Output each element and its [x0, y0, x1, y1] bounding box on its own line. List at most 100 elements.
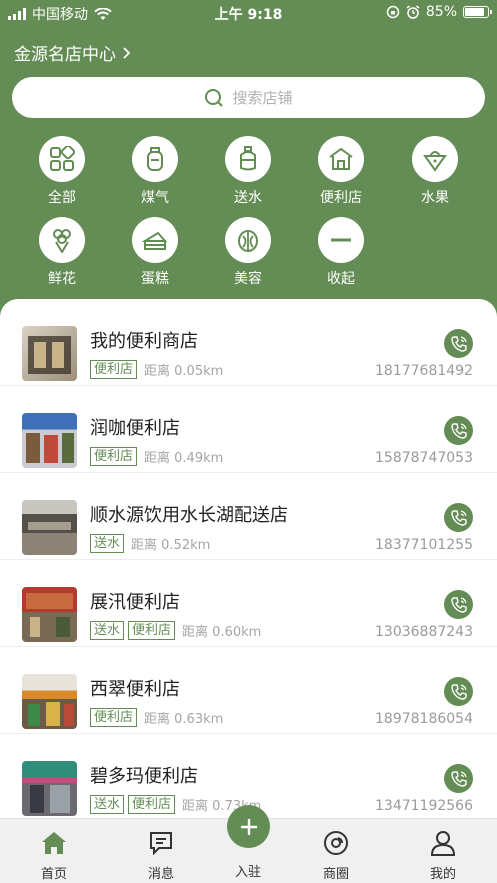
store-distance: 距离 0.63km [144, 712, 224, 727]
store-name: 润咖便利店 [90, 418, 180, 439]
tab-label: 消息 [147, 867, 174, 882]
store-tag: 送水 [90, 534, 125, 553]
call-button[interactable] [444, 503, 473, 532]
store-name: 西翠便利店 [90, 679, 180, 700]
category-gas[interactable]: 煤气 [115, 136, 195, 207]
store-thumbnail [22, 326, 77, 381]
category-label: 全部 [48, 190, 76, 206]
phone-icon [450, 335, 467, 352]
store-tag: 便利店 [90, 447, 138, 466]
join-label: 入驻 [234, 865, 261, 880]
phone-icon [450, 596, 467, 613]
user-icon [403, 829, 483, 857]
category-store[interactable]: 便利店 [301, 136, 381, 207]
store-phone: 18978186054 [375, 711, 473, 727]
category-flower[interactable]: 鲜花 [22, 217, 102, 288]
call-button[interactable] [444, 329, 473, 358]
category-label: 煤气 [141, 190, 169, 206]
store-icon [318, 136, 364, 182]
store-name: 我的便利商店 [90, 331, 198, 352]
header: 中国移动 上午 9:18 85% 金源名店中心 搜索店铺 全部 煤气 送水 便利… [0, 0, 497, 330]
search-bar[interactable]: 搜索店铺 [12, 77, 485, 118]
battery-icon [463, 6, 492, 18]
call-button[interactable] [444, 677, 473, 706]
store-phone: 18377101255 [375, 537, 473, 553]
category-all[interactable]: 全部 [22, 136, 102, 207]
battery-percent: 85% [425, 4, 457, 20]
store-distance: 距离 0.52km [131, 538, 211, 553]
store-thumbnail [22, 587, 77, 642]
call-button[interactable] [444, 590, 473, 619]
business-circle-icon [296, 829, 376, 857]
store-phone: 13471192566 [375, 798, 473, 814]
tab-label: 商圈 [322, 867, 349, 882]
location-selector[interactable]: 金源名店中心 [14, 40, 131, 65]
store-phone: 18177681492 [375, 363, 473, 379]
plus-icon [240, 818, 257, 835]
store-name: 展汛便利店 [90, 592, 180, 613]
category-collapse[interactable]: 收起 [301, 217, 381, 288]
store-distance: 距离 0.05km [144, 364, 224, 379]
store-tag: 送水 [90, 621, 125, 640]
tab-label: 首页 [40, 867, 67, 882]
collapse-icon [318, 217, 364, 263]
call-button[interactable] [444, 764, 473, 793]
rotation-lock-icon [386, 5, 400, 19]
category-label: 收起 [327, 271, 355, 287]
call-button[interactable] [444, 416, 473, 445]
store-tag: 便利店 [128, 621, 176, 640]
store-thumbnail [22, 761, 77, 816]
location-label: 金源名店中心 [14, 45, 116, 65]
store-tag: 便利店 [128, 795, 176, 814]
category-beauty[interactable]: 美容 [208, 217, 288, 288]
store-tag: 便利店 [90, 708, 138, 727]
store-distance: 距离 0.49km [144, 451, 224, 466]
store-thumbnail [22, 500, 77, 555]
category-fruit[interactable]: 水果 [395, 136, 475, 207]
flower-icon [39, 217, 85, 263]
tab-mine[interactable]: 我的 [403, 829, 483, 882]
category-cake[interactable]: 蛋糕 [115, 217, 195, 288]
category-water[interactable]: 送水 [208, 136, 288, 207]
chevron-right-icon [123, 46, 131, 59]
tab-label: 我的 [429, 867, 456, 882]
category-label: 美容 [234, 271, 262, 287]
category-label: 蛋糕 [141, 271, 169, 287]
list-item[interactable]: 顺水源饮用水长湖配送店 送水 距离 0.52km 18377101255 [0, 473, 497, 560]
phone-icon [450, 683, 467, 700]
tab-circle[interactable]: 商圈 [296, 829, 376, 882]
category-label: 送水 [234, 190, 262, 206]
store-phone: 15878747053 [375, 450, 473, 466]
alarm-icon [406, 5, 420, 19]
store-thumbnail [22, 674, 77, 729]
beauty-icon [225, 217, 271, 263]
list-item[interactable]: 西翠便利店 便利店 距离 0.63km 18978186054 [0, 647, 497, 734]
message-icon [121, 829, 201, 857]
tab-messages[interactable]: 消息 [121, 829, 201, 882]
store-thumbnail [22, 413, 77, 468]
search-icon [205, 88, 224, 107]
phone-icon [450, 422, 467, 439]
list-item[interactable]: 我的便利商店 便利店 距离 0.05km 18177681492 [0, 299, 497, 386]
category-label: 水果 [421, 190, 449, 206]
cake-icon [132, 217, 178, 263]
join-button[interactable] [227, 805, 270, 848]
search-placeholder: 搜索店铺 [232, 89, 293, 107]
store-tag: 送水 [90, 795, 125, 814]
water-bottle-icon [225, 136, 271, 182]
tab-home[interactable]: 首页 [14, 829, 94, 882]
store-distance: 距离 0.60km [182, 625, 262, 640]
phone-icon [450, 770, 467, 787]
list-item[interactable]: 展汛便利店 送水 便利店 距离 0.60km 13036887243 [0, 560, 497, 647]
category-label: 鲜花 [48, 271, 76, 287]
category-label: 便利店 [320, 190, 362, 206]
fruit-icon [412, 136, 458, 182]
store-tag: 便利店 [90, 360, 138, 379]
status-bar: 中国移动 上午 9:18 85% [0, 0, 497, 26]
phone-icon [450, 509, 467, 526]
home-icon [14, 829, 94, 857]
store-name: 顺水源饮用水长湖配送店 [90, 505, 288, 526]
store-list: 我的便利商店 便利店 距离 0.05km 18177681492 润咖便利店 便… [0, 299, 497, 839]
list-item[interactable]: 润咖便利店 便利店 距离 0.49km 15878747053 [0, 386, 497, 473]
store-name: 碧多玛便利店 [90, 766, 198, 787]
